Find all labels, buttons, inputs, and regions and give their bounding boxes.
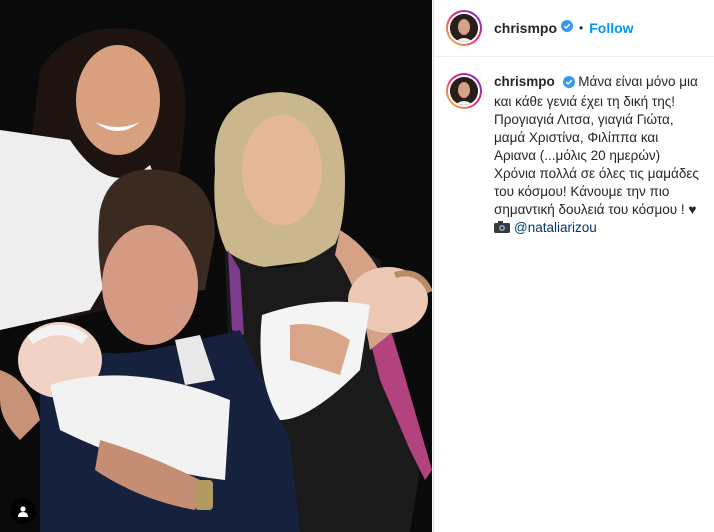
separator-dot: •	[579, 21, 584, 35]
avatar[interactable]	[446, 10, 482, 46]
photo-illustration	[0, 0, 432, 532]
follow-button[interactable]: Follow	[589, 20, 633, 36]
mention-link[interactable]: @nataliarizou	[514, 220, 597, 235]
verified-badge-icon	[562, 75, 575, 93]
camera-icon	[494, 220, 510, 233]
verified-badge-icon	[561, 19, 574, 37]
caption-text: chrismpo Μάνα είναι μόνο μια και κάθε γε…	[494, 73, 702, 237]
post-photo[interactable]	[0, 0, 432, 532]
caption-line-2: Προγιαγιά Λιτσα, γιαγιά Γιώτα, μαμά Χρισ…	[494, 112, 674, 163]
post-sidebar: chrismpo • Follow chrismpo Μάνα είναι μό…	[433, 0, 714, 532]
caption: chrismpo Μάνα είναι μόνο μια και κάθε γε…	[434, 57, 714, 237]
caption-avatar[interactable]	[446, 73, 482, 109]
username[interactable]: chrismpo	[494, 20, 557, 36]
post-header: chrismpo • Follow	[434, 0, 714, 57]
caption-line-3: Χρόνια πολλά σε όλες τις μαμάδες του κόσ…	[494, 166, 699, 217]
caption-username[interactable]: chrismpo	[494, 74, 555, 89]
user-tag-icon[interactable]	[10, 498, 36, 524]
